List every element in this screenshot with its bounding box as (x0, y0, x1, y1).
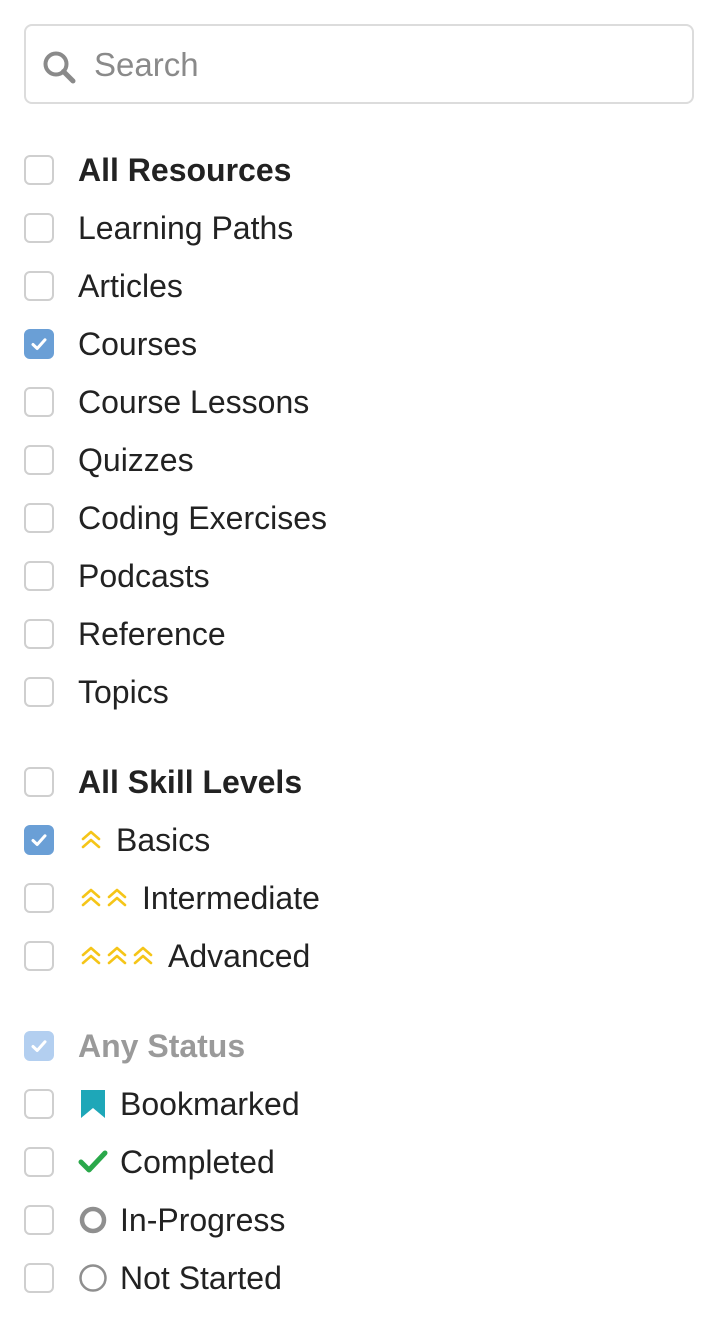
filter-option-courses[interactable]: Courses (24, 315, 327, 373)
filter-option-label: All Resources (78, 152, 292, 188)
filter-option-coding-exercises[interactable]: Coding Exercises (24, 489, 327, 547)
checkbox[interactable] (24, 941, 54, 971)
checkbox[interactable] (24, 767, 54, 797)
checkbox[interactable] (24, 1263, 54, 1293)
filter-option-course-lessons[interactable]: Course Lessons (24, 373, 327, 431)
resource-type-filter: All Resources Learning Paths Articles Co… (24, 141, 327, 721)
checkbox[interactable] (24, 561, 54, 591)
filter-option-advanced[interactable]: Advanced (24, 927, 320, 985)
filter-option-reference[interactable]: Reference (24, 605, 327, 663)
checkbox[interactable] (24, 1147, 54, 1177)
filter-option-label: Completed (120, 1144, 275, 1180)
checkbox[interactable] (24, 213, 54, 243)
checkbox[interactable] (24, 1205, 54, 1235)
filter-option-label: Course Lessons (78, 384, 310, 420)
checkbox[interactable] (24, 387, 54, 417)
filter-option-intermediate[interactable]: Intermediate (24, 869, 320, 927)
search-input[interactable] (92, 26, 686, 104)
checkbox[interactable] (24, 445, 54, 475)
checkbox[interactable] (24, 1089, 54, 1119)
filter-option-label: Basics (116, 822, 211, 858)
checkbox[interactable] (24, 677, 54, 707)
chevron-up-triple-icon (78, 943, 156, 969)
filter-option-all-resources[interactable]: All Resources (24, 141, 327, 199)
status-filter: Any Status Bookmarked Completed In-Progr… (24, 1017, 300, 1307)
filter-option-basics[interactable]: Basics (24, 811, 320, 869)
ring-icon (78, 1205, 108, 1235)
filter-option-label: Quizzes (78, 442, 194, 478)
filter-option-not-started[interactable]: Not Started (24, 1249, 300, 1307)
checkmark-icon (78, 1147, 108, 1177)
bookmark-icon (78, 1089, 108, 1119)
filter-option-completed[interactable]: Completed (24, 1133, 300, 1191)
checkbox[interactable] (24, 155, 54, 185)
filter-option-label: In-Progress (120, 1202, 286, 1238)
filter-option-label: Reference (78, 616, 226, 652)
checkbox[interactable] (24, 503, 54, 533)
filter-option-label: Courses (78, 326, 198, 362)
filter-option-learning-paths[interactable]: Learning Paths (24, 199, 327, 257)
checkbox[interactable] (24, 883, 54, 913)
filter-option-label: Coding Exercises (78, 500, 327, 536)
checkbox[interactable] (24, 1031, 54, 1061)
checkbox[interactable] (24, 329, 54, 359)
filter-option-label: Bookmarked (120, 1086, 300, 1122)
filter-option-label: Intermediate (142, 880, 320, 916)
filter-option-any-status[interactable]: Any Status (24, 1017, 300, 1075)
filter-option-topics[interactable]: Topics (24, 663, 327, 721)
filter-option-label: Podcasts (78, 558, 210, 594)
filter-option-label: All Skill Levels (78, 764, 303, 800)
filter-option-label: Any Status (78, 1028, 246, 1064)
filter-option-articles[interactable]: Articles (24, 257, 327, 315)
circle-outline-icon (78, 1263, 108, 1293)
checkbox[interactable] (24, 271, 54, 301)
filter-option-all-skill-levels[interactable]: All Skill Levels (24, 753, 320, 811)
filter-option-in-progress[interactable]: In-Progress (24, 1191, 300, 1249)
filter-option-label: Topics (78, 674, 169, 710)
filter-option-label: Advanced (168, 938, 311, 974)
checkbox[interactable] (24, 619, 54, 649)
filter-option-label: Articles (78, 268, 183, 304)
chevron-up-single-icon (78, 827, 104, 853)
search-box[interactable] (24, 24, 694, 104)
filter-option-label: Learning Paths (78, 210, 294, 246)
filter-option-bookmarked[interactable]: Bookmarked (24, 1075, 300, 1133)
filter-option-podcasts[interactable]: Podcasts (24, 547, 327, 605)
search-icon (43, 51, 76, 84)
checkbox[interactable] (24, 825, 54, 855)
filter-option-label: Not Started (120, 1260, 282, 1296)
filter-option-quizzes[interactable]: Quizzes (24, 431, 327, 489)
skill-level-filter: All Skill Levels Basics Intermediate Adv… (24, 753, 320, 985)
chevron-up-double-icon (78, 885, 130, 911)
